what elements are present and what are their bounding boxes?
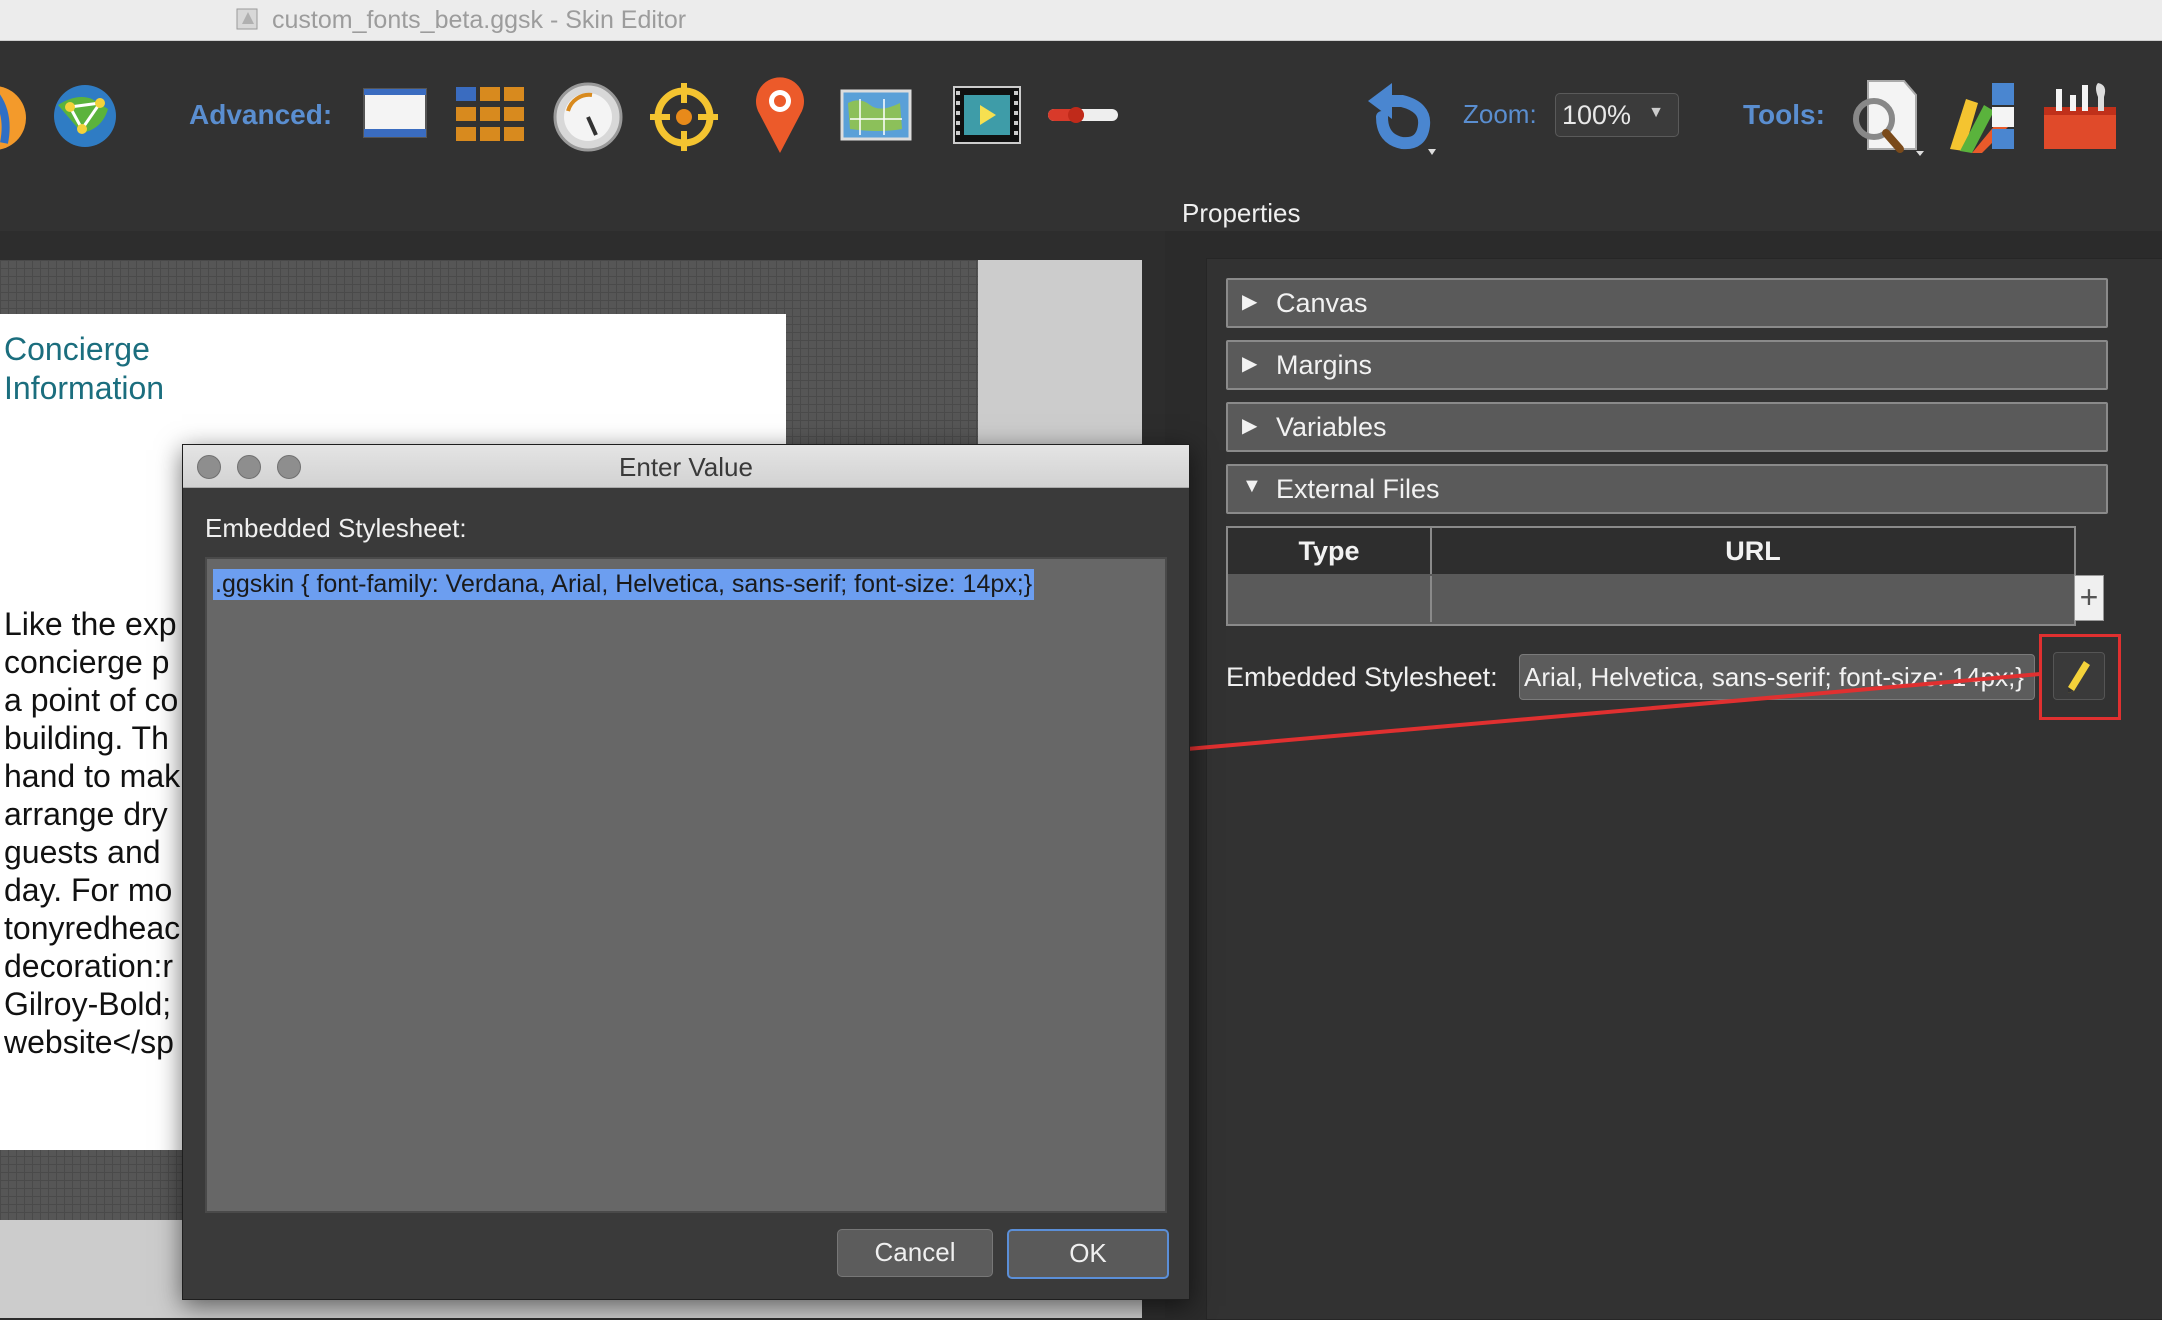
triangle-down-icon: ▼ <box>1242 475 1262 497</box>
stylesheet-text: .ggskin { font-family: Verdana, Arial, H… <box>213 569 1035 600</box>
zoom-value: 100% <box>1562 100 1632 130</box>
search-document-icon[interactable] <box>1848 77 1926 157</box>
concierge-body-text[interactable]: Like the exp concierge p a point of co b… <box>4 605 184 1061</box>
video-player-icon[interactable] <box>952 85 1022 145</box>
embedded-stylesheet-value: Arial, Helvetica, sans-serif; font-size:… <box>1524 662 2024 692</box>
properties-title: Properties <box>1182 198 1301 228</box>
table-row[interactable] <box>1228 576 2074 622</box>
section-variables[interactable]: ▶ Variables <box>1226 402 2108 452</box>
grid-icon[interactable] <box>454 85 526 145</box>
body-line: website</sp <box>4 1024 174 1060</box>
cancel-button[interactable]: Cancel <box>837 1229 993 1277</box>
body-line: guests and <box>4 834 161 870</box>
network-globe-icon[interactable] <box>52 83 118 149</box>
document-icon <box>236 8 258 30</box>
pencil-icon <box>2068 661 2090 693</box>
body-line: building. Th <box>4 720 169 756</box>
toolbar: Advanced: Zoom: 100% ▼ Tools: <box>0 41 2162 231</box>
body-line: concierge p <box>4 644 170 680</box>
screen-layout-icon[interactable] <box>362 87 428 141</box>
embedded-stylesheet-label: Embedded Stylesheet: <box>1226 662 1498 692</box>
map-image-icon[interactable] <box>840 89 912 141</box>
window-title: custom_fonts_beta.ggsk - Skin Editor <box>272 6 687 34</box>
triangle-right-icon: ▶ <box>1242 415 1258 437</box>
stylesheet-textarea[interactable]: .ggskin { font-family: Verdana, Arial, H… <box>205 557 1167 1213</box>
body-line: decoration:r <box>4 948 173 984</box>
body-line: Like the exp <box>4 606 177 642</box>
section-label: Variables <box>1276 412 1387 442</box>
section-label: External Files <box>1276 474 1440 504</box>
body-line: arrange dry <box>4 796 168 832</box>
dialog-field-label: Embedded Stylesheet: <box>205 513 467 543</box>
color-swatches-icon[interactable] <box>1946 79 2018 155</box>
body-line: Gilroy-Bold; <box>4 986 172 1022</box>
section-external-files[interactable]: ▼ External Files <box>1226 464 2108 514</box>
section-label: Canvas <box>1276 288 1368 318</box>
zoom-label: Zoom: <box>1463 99 1537 129</box>
ok-button[interactable]: OK <box>1007 1229 1169 1279</box>
section-margins[interactable]: ▶ Margins <box>1226 340 2108 390</box>
zoom-select[interactable]: 100% ▼ <box>1555 93 1679 137</box>
body-line: a point of co <box>4 682 179 718</box>
crosshair-icon[interactable] <box>648 81 720 153</box>
window-titlebar: custom_fonts_beta.ggsk - Skin Editor <box>0 0 2162 41</box>
embedded-stylesheet-field[interactable]: Arial, Helvetica, sans-serif; font-size:… <box>1519 654 2035 700</box>
body-line: hand to mak <box>4 758 181 794</box>
triangle-right-icon: ▶ <box>1242 291 1258 313</box>
column-header-url[interactable]: URL <box>1432 528 2074 574</box>
external-files-table: Type URL <box>1226 526 2076 626</box>
edit-stylesheet-button[interactable] <box>2053 652 2105 700</box>
dialog-titlebar: Enter Value <box>183 445 1189 488</box>
undo-icon[interactable] <box>1362 77 1438 161</box>
map-pin-icon[interactable] <box>752 75 808 155</box>
concierge-heading[interactable]: Concierge Information <box>4 330 304 408</box>
section-label: Margins <box>1276 350 1373 380</box>
tools-label: Tools: <box>1743 99 1825 130</box>
enter-value-dialog: Enter Value Embedded Stylesheet: .ggskin… <box>182 444 1190 1300</box>
add-file-button[interactable]: + <box>2074 575 2104 621</box>
advanced-label: Advanced: <box>189 99 333 130</box>
dial-icon[interactable] <box>552 81 624 153</box>
dialog-title: Enter Value <box>619 452 753 482</box>
slider-icon[interactable] <box>1046 103 1120 127</box>
chevron-down-icon: ▼ <box>1648 104 1664 121</box>
column-header-type[interactable]: Type <box>1228 528 1432 574</box>
toolbox-icon[interactable] <box>2042 79 2118 151</box>
section-canvas[interactable]: ▶ Canvas <box>1226 278 2108 328</box>
globe-icon[interactable] <box>0 83 28 153</box>
body-line: tonyredheac <box>4 910 181 946</box>
triangle-right-icon: ▶ <box>1242 353 1258 375</box>
body-line: day. For mo <box>4 872 173 908</box>
